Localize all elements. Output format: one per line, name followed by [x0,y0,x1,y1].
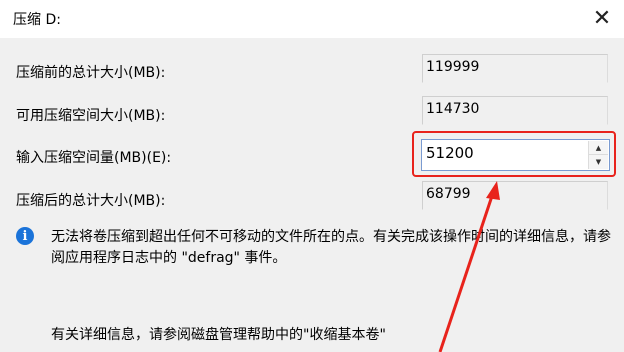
red-arrow-annotation [438,181,500,352]
